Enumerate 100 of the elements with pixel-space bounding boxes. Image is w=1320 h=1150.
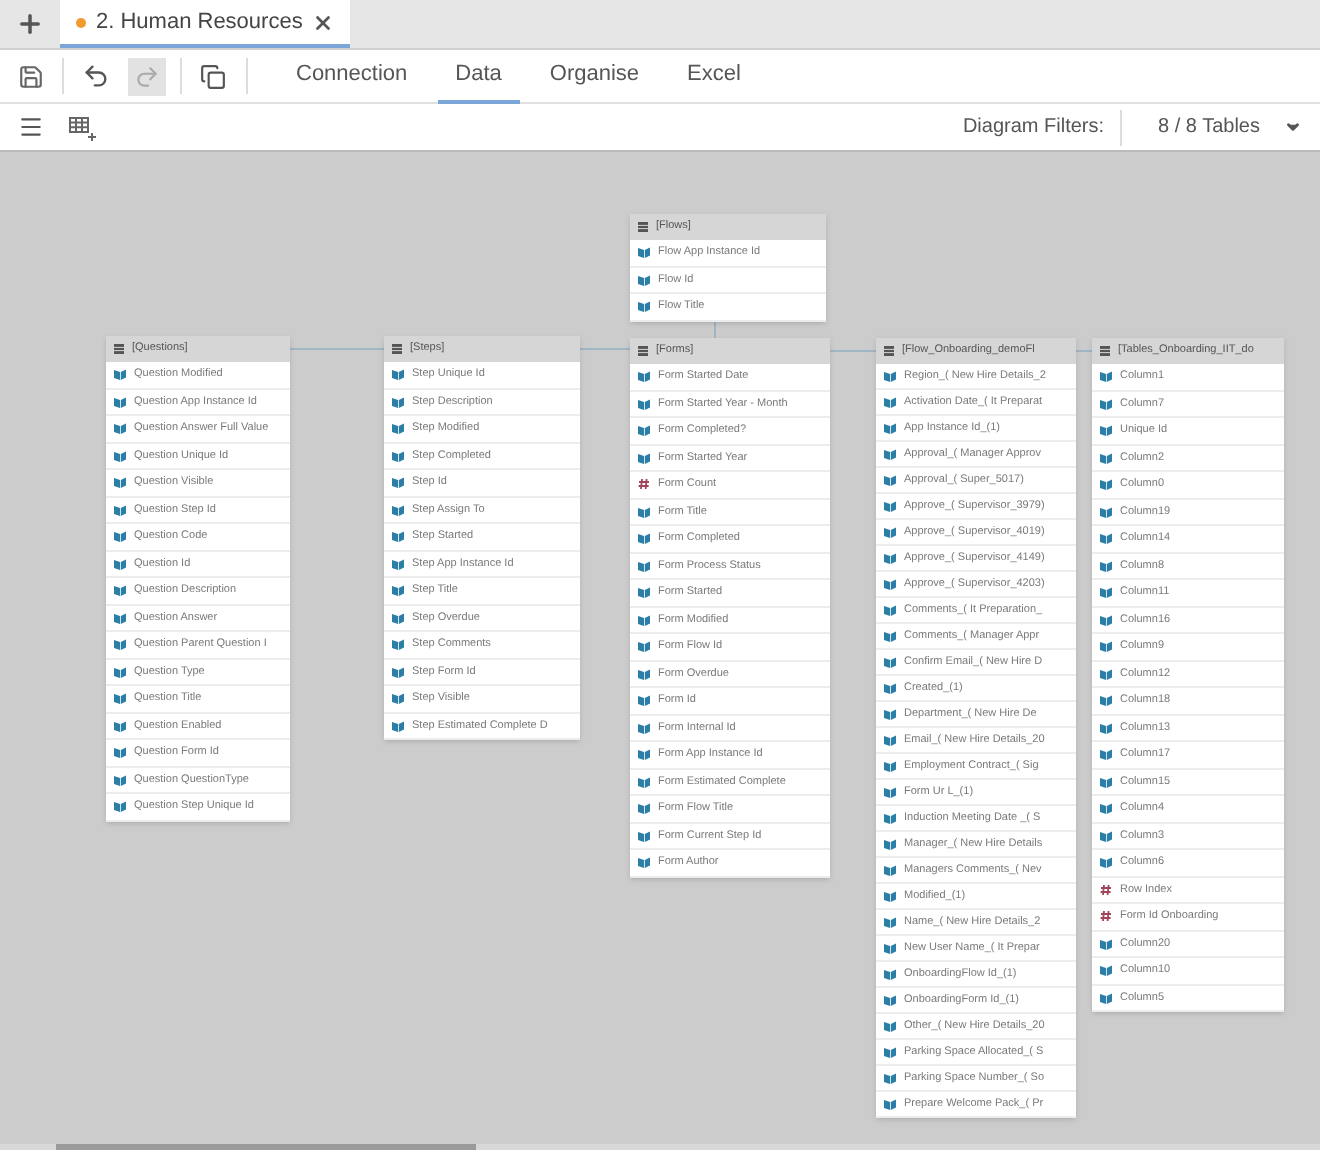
column-icon (114, 530, 126, 543)
copy-icon[interactable] (200, 63, 226, 89)
column-icon (884, 656, 896, 668)
tab-title: 2. Human Resources (96, 7, 303, 38)
column-icon (884, 448, 896, 460)
column-icon (114, 611, 126, 624)
column-icon (638, 451, 650, 464)
column-icon (884, 916, 896, 928)
column-icon (1100, 964, 1112, 977)
column-icon (1100, 532, 1112, 545)
column-icon (114, 368, 126, 381)
table-card[interactable] (384, 336, 580, 740)
table-icon (114, 344, 124, 354)
column-icon (884, 708, 896, 720)
column-icon (114, 395, 126, 408)
save-icon[interactable] (18, 63, 44, 89)
add-table-icon[interactable] (68, 113, 98, 141)
column-icon (1100, 694, 1112, 707)
column-icon (884, 942, 896, 954)
column-icon (884, 734, 896, 746)
column-icon (392, 557, 404, 570)
column-icon (1100, 667, 1112, 680)
column-icon (884, 864, 896, 876)
hash-icon (1100, 910, 1112, 923)
column-icon (884, 370, 896, 382)
scrollbar-thumb[interactable] (56, 1144, 476, 1150)
hash-icon (638, 478, 650, 491)
column-icon (392, 503, 404, 516)
column-icon (884, 1072, 896, 1084)
column-icon (114, 557, 126, 570)
undo-icon[interactable] (82, 62, 110, 90)
column-icon (638, 300, 650, 313)
connector-line (290, 348, 384, 350)
column-icon (638, 775, 650, 788)
column-icon (1100, 775, 1112, 788)
column-icon (638, 397, 650, 410)
column-icon (114, 719, 126, 732)
diagram-canvas[interactable] (0, 150, 1320, 1150)
column-icon (884, 682, 896, 694)
column-icon (884, 838, 896, 850)
column-icon (884, 396, 896, 408)
toolbar-tab[interactable]: Connection (278, 49, 426, 103)
column-icon (392, 476, 404, 489)
column-icon (884, 526, 896, 538)
column-icon (638, 694, 650, 707)
column-icon (1100, 937, 1112, 950)
column-icon (392, 611, 404, 624)
redo-icon (134, 63, 160, 89)
table-card[interactable] (106, 336, 290, 821)
toolbar-tab[interactable]: Organise (531, 49, 658, 103)
column-icon (1100, 451, 1112, 464)
column-icon (638, 273, 650, 286)
column-icon (392, 584, 404, 597)
menu-icon[interactable] (18, 114, 44, 140)
tables-filter-dropdown[interactable]: 8 / 8 Tables (1138, 112, 1302, 142)
column-icon (392, 368, 404, 381)
document-tab[interactable]: 2. Human Resources (60, 0, 351, 48)
column-icon (114, 773, 126, 786)
column-icon (884, 968, 896, 980)
column-icon (1100, 505, 1112, 518)
column-icon (1100, 478, 1112, 491)
table-icon (638, 346, 648, 356)
caret-icon (1284, 118, 1302, 136)
table-card[interactable] (1092, 338, 1284, 1012)
column-icon (1100, 856, 1112, 869)
column-icon (638, 640, 650, 653)
connector-line (1076, 350, 1092, 352)
toolbar-tab[interactable]: Excel (669, 49, 759, 103)
column-icon (884, 1020, 896, 1032)
column-icon (884, 604, 896, 616)
column-icon (884, 890, 896, 902)
column-icon (884, 474, 896, 486)
column-icon (884, 422, 896, 434)
column-icon (884, 812, 896, 824)
column-icon (114, 584, 126, 597)
column-icon (1100, 559, 1112, 572)
column-icon (114, 692, 126, 705)
connector-line (580, 348, 630, 350)
column-icon (638, 586, 650, 599)
column-icon (114, 638, 126, 651)
column-icon (638, 748, 650, 761)
column-icon (392, 530, 404, 543)
column-icon (114, 449, 126, 462)
table-card[interactable] (630, 338, 830, 877)
column-icon (884, 1046, 896, 1058)
table-card[interactable] (876, 338, 1076, 1118)
column-icon (638, 667, 650, 680)
column-icon (114, 476, 126, 489)
table-icon (638, 222, 648, 232)
connector-line (830, 350, 876, 352)
column-icon (638, 370, 650, 383)
column-icon (638, 829, 650, 842)
table-icon (884, 346, 894, 356)
column-icon (1100, 721, 1112, 734)
column-icon (1100, 586, 1112, 599)
column-icon (884, 994, 896, 1006)
column-icon (884, 578, 896, 590)
close-icon[interactable] (312, 11, 335, 33)
column-icon (392, 395, 404, 408)
column-icon (114, 800, 126, 813)
